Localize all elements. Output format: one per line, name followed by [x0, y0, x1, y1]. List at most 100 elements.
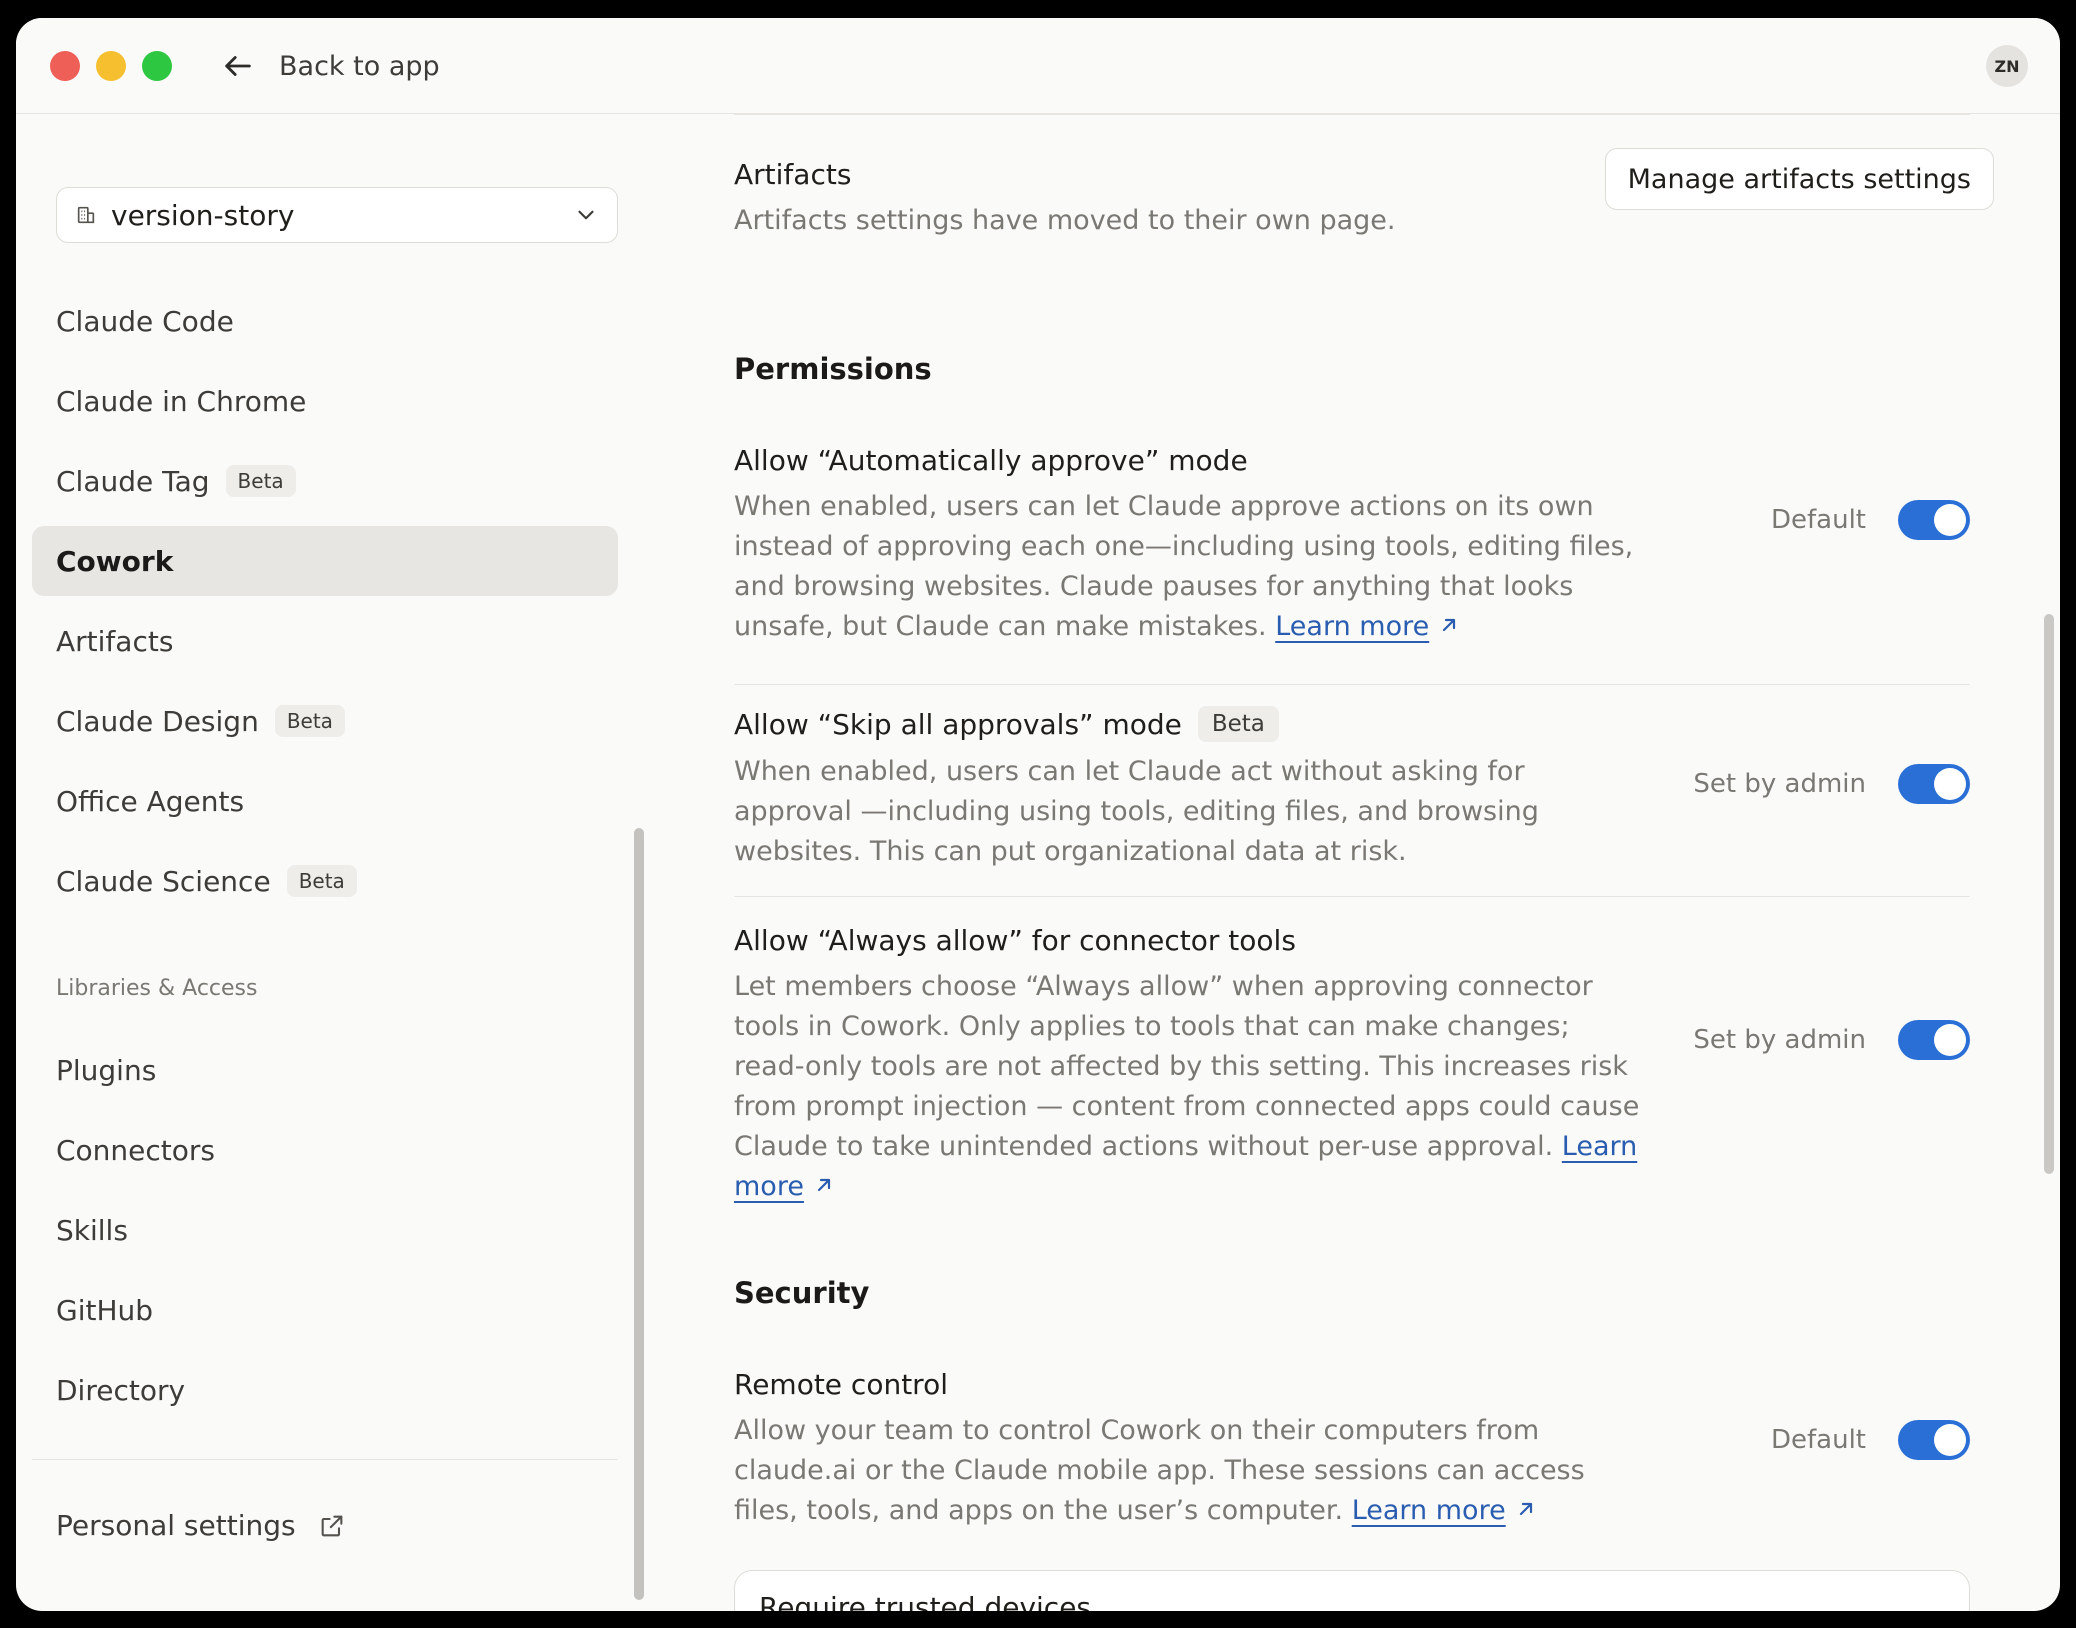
setting-description: When enabled, users can let Claude appro…	[734, 487, 1644, 647]
learn-more-link[interactable]: Learn more	[1352, 1495, 1506, 1526]
require-trusted-devices-card: Require trusted devices	[734, 1570, 1970, 1611]
permissions-heading: Permissions	[734, 352, 932, 386]
beta-badge: Beta	[274, 705, 345, 737]
setting-title-row: Allow “Automatically approve” mode	[734, 444, 1644, 477]
main-scrollbar[interactable]	[2044, 614, 2054, 1174]
avatar[interactable]: ZN	[1986, 45, 2028, 87]
always-allow-setting: Allow “Always allow” for connector tools…	[734, 924, 1970, 1207]
setting-text: Remote control Allow your team to contro…	[734, 1368, 1644, 1531]
settings-window: Back to app ZN version-story Claude Code…	[16, 18, 2060, 1611]
sidebar-item-label: Claude Science	[56, 864, 271, 898]
content-divider	[734, 114, 1970, 115]
workspace-selector[interactable]: version-story	[56, 187, 618, 243]
setting-divider	[734, 684, 1970, 685]
toggle-knob	[1934, 768, 1966, 800]
status-label: Set by admin	[1693, 1025, 1866, 1055]
toggle-knob	[1934, 504, 1966, 536]
sidebar-item-label: Claude in Chrome	[56, 384, 307, 418]
status-label: Default	[1771, 1425, 1866, 1455]
sidebar-item-claude-tag[interactable]: Claude Tag Beta	[32, 446, 618, 516]
chevron-down-icon	[578, 210, 594, 220]
auto-approve-toggle[interactable]	[1898, 500, 1970, 540]
always-allow-toggle[interactable]	[1898, 1020, 1970, 1060]
setting-title: Allow “Always allow” for connector tools	[734, 924, 1296, 957]
zoom-window-button[interactable]	[142, 51, 172, 81]
external-link-icon	[321, 1515, 342, 1536]
personal-settings-label: Personal settings	[56, 1509, 296, 1542]
setting-text: Allow “Always allow” for connector tools…	[734, 924, 1644, 1207]
setting-title-row: Remote control	[734, 1368, 1644, 1401]
sidebar-item-plugins[interactable]: Plugins	[32, 1035, 618, 1105]
setting-description: Let members choose “Always allow” when a…	[734, 967, 1644, 1207]
sidebar-item-directory[interactable]: Directory	[32, 1355, 618, 1425]
sidebar-item-cowork[interactable]: Cowork	[32, 526, 618, 596]
minimize-window-button[interactable]	[96, 51, 126, 81]
beta-badge: Beta	[1197, 706, 1279, 742]
beta-badge: Beta	[286, 865, 357, 897]
arrow-up-right-icon	[817, 1178, 831, 1192]
arrow-up-right-icon	[1443, 618, 1456, 632]
security-heading: Security	[734, 1276, 870, 1310]
building-icon	[77, 206, 95, 224]
setting-text: Allow “Skip all approvals” mode Beta Whe…	[734, 706, 1644, 872]
setting-title: Remote control	[734, 1368, 948, 1401]
libraries-access-label: Libraries & Access	[56, 976, 258, 1001]
auto-approve-setting: Allow “Automatically approve” mode When …	[734, 444, 1970, 647]
back-to-app-button[interactable]: Back to app	[221, 40, 440, 92]
sidebar: version-story Claude Code Claude in Chro…	[16, 114, 644, 1611]
setting-text: Allow “Automatically approve” mode When …	[734, 444, 1644, 647]
status-label: Set by admin	[1693, 769, 1866, 799]
require-trusted-devices-title: Require trusted devices	[759, 1591, 1092, 1611]
sidebar-divider	[32, 1459, 618, 1460]
sidebar-item-label: Connectors	[56, 1133, 216, 1167]
workspace-name: version-story	[111, 198, 295, 232]
sidebar-item-label: Directory	[56, 1373, 186, 1407]
setting-divider	[734, 896, 1970, 897]
sidebar-item-office-agents[interactable]: Office Agents	[32, 766, 618, 836]
setting-description: When enabled, users can let Claude act w…	[734, 756, 1539, 867]
setting-control: Set by admin	[1693, 1020, 1970, 1060]
toggle-knob	[1934, 1024, 1966, 1056]
sidebar-item-github[interactable]: GitHub	[32, 1275, 618, 1345]
sidebar-item-artifacts[interactable]: Artifacts	[32, 606, 618, 676]
beta-badge: Beta	[225, 465, 296, 497]
toggle-knob	[1934, 1424, 1966, 1456]
sidebar-item-connectors[interactable]: Connectors	[32, 1115, 618, 1185]
sidebar-item-label: Claude Code	[56, 304, 234, 338]
title-bar: Back to app ZN	[16, 18, 2060, 114]
remote-control-setting: Remote control Allow your team to contro…	[734, 1368, 1970, 1531]
arrow-up-right-icon	[1519, 1502, 1532, 1516]
back-to-app-label: Back to app	[279, 50, 440, 82]
setting-description: Allow your team to control Cowork on the…	[734, 1411, 1644, 1531]
setting-description-text: When enabled, users can let Claude appro…	[734, 491, 1634, 642]
skip-approvals-toggle[interactable]	[1898, 764, 1970, 804]
sidebar-item-label: Plugins	[56, 1053, 157, 1087]
sidebar-item-label: Claude Design	[56, 704, 259, 738]
arrow-left-icon	[225, 56, 251, 76]
sidebar-scrollbar[interactable]	[634, 828, 644, 1600]
setting-title: Allow “Automatically approve” mode	[734, 444, 1248, 477]
main-content: Artifacts Artifacts settings have moved …	[734, 114, 1994, 1611]
remote-control-toggle[interactable]	[1898, 1420, 1970, 1460]
setting-control: Default	[1771, 500, 1970, 540]
setting-description-text: Let members choose “Always allow” when a…	[734, 971, 1640, 1162]
manage-artifacts-settings-button[interactable]: Manage artifacts settings	[1604, 148, 1994, 210]
personal-settings-link[interactable]: Personal settings	[56, 1509, 346, 1542]
sidebar-item-claude-science[interactable]: Claude Science Beta	[32, 846, 618, 916]
sidebar-item-label: Skills	[56, 1213, 128, 1247]
learn-more-link[interactable]: Learn more	[1275, 611, 1429, 642]
setting-title-row: Allow “Always allow” for connector tools	[734, 924, 1644, 957]
sidebar-item-claude-in-chrome[interactable]: Claude in Chrome	[32, 366, 618, 436]
skip-approvals-setting: Allow “Skip all approvals” mode Beta Whe…	[734, 706, 1970, 872]
setting-control: Default	[1771, 1420, 1970, 1460]
setting-title: Allow “Skip all approvals” mode	[734, 707, 1182, 741]
setting-title-row: Allow “Skip all approvals” mode Beta	[734, 706, 1644, 742]
sidebar-item-claude-design[interactable]: Claude Design Beta	[32, 686, 618, 756]
sidebar-item-label: Cowork	[56, 544, 174, 578]
close-window-button[interactable]	[50, 51, 80, 81]
status-label: Default	[1771, 505, 1866, 535]
setting-control: Set by admin	[1693, 764, 1970, 804]
sidebar-item-claude-code[interactable]: Claude Code	[32, 286, 618, 356]
sidebar-item-skills[interactable]: Skills	[32, 1195, 618, 1265]
sidebar-item-label: Office Agents	[56, 784, 245, 818]
